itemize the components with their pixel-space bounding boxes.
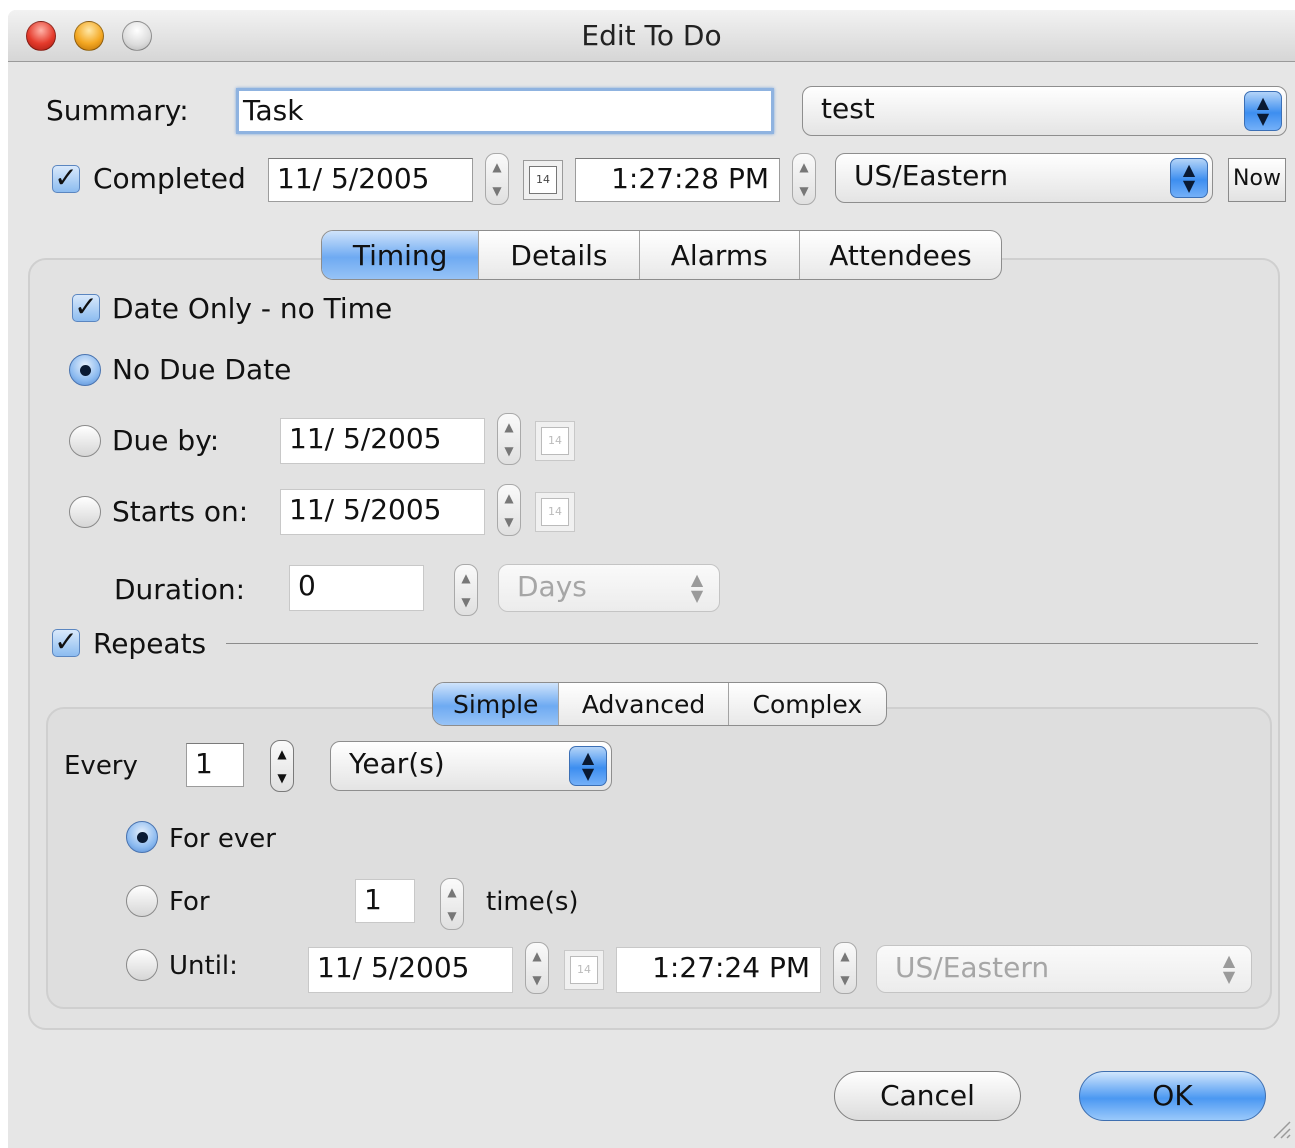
until-timezone-select[interactable]: US/Eastern ▲ ▼ — [876, 945, 1252, 993]
calendar-icon-text: 14 — [570, 956, 598, 984]
every-stepper[interactable]: ▲ ▼ — [270, 740, 294, 792]
completed-date-stepper[interactable]: ▲ ▼ — [485, 153, 509, 205]
tab-details[interactable]: Details — [479, 231, 640, 279]
tab-attendees[interactable]: Attendees — [800, 231, 1001, 279]
starts-on-radio[interactable] — [69, 496, 101, 528]
popup-arrows-icon: ▲ ▼ — [1170, 158, 1208, 198]
title-bar: Edit To Do — [8, 10, 1295, 62]
no-due-date-label: No Due Date — [112, 353, 292, 386]
zoom-window-icon[interactable] — [122, 21, 152, 51]
date-only-label: Date Only - no Time — [112, 292, 393, 325]
tab-timing[interactable]: Timing — [322, 231, 480, 279]
for-times-stepper[interactable]: ▲ ▼ — [440, 878, 464, 930]
cancel-button[interactable]: Cancel — [834, 1071, 1021, 1121]
timezone-select-value: US/Eastern — [854, 159, 1009, 192]
tab-alarms[interactable]: Alarms — [640, 231, 800, 279]
until-timezone-value: US/Eastern — [895, 951, 1050, 984]
calendar-select-value: test — [821, 92, 875, 125]
duration-unit-value: Days — [517, 570, 587, 603]
for-ever-label: For ever — [169, 824, 276, 854]
now-button[interactable]: Now — [1228, 158, 1286, 202]
due-by-radio[interactable] — [69, 425, 101, 457]
no-due-date-radio[interactable] — [69, 354, 101, 386]
due-by-label: Due by: — [112, 424, 220, 457]
due-by-date-stepper[interactable]: ▲ ▼ — [497, 413, 521, 465]
until-date-stepper[interactable]: ▲ ▼ — [525, 942, 549, 994]
close-window-icon[interactable] — [26, 21, 56, 51]
summary-label: Summary: — [46, 94, 189, 127]
every-unit-value: Year(s) — [349, 747, 445, 780]
repeats-checkbox[interactable]: ✓ — [52, 628, 80, 657]
every-unit-select[interactable]: Year(s) ▲ ▼ — [330, 741, 612, 791]
starts-on-date-field[interactable]: 11/ 5/2005 — [280, 489, 485, 535]
completed-time-stepper[interactable]: ▲ ▼ — [792, 153, 816, 205]
starts-on-label: Starts on: — [112, 495, 249, 528]
until-calendar-icon[interactable]: 14 — [564, 950, 604, 990]
starts-on-calendar-icon[interactable]: 14 — [535, 492, 575, 532]
popup-arrows-icon: ▲ ▼ — [690, 570, 704, 605]
date-only-checkbox[interactable]: ✓ — [72, 293, 100, 322]
calendar-select[interactable]: test ▲ ▼ — [802, 86, 1287, 136]
repeat-tabs: Simple Advanced Complex — [432, 682, 887, 726]
for-times-input[interactable]: 1 — [355, 879, 415, 923]
starts-on-date-stepper[interactable]: ▲ ▼ — [497, 484, 521, 536]
popup-arrows-icon: ▲ ▼ — [1244, 91, 1282, 131]
tab-simple[interactable]: Simple — [433, 683, 560, 725]
calendar-icon[interactable]: 14 — [523, 160, 563, 200]
popup-arrows-icon: ▲ ▼ — [1222, 951, 1236, 986]
due-by-calendar-icon[interactable]: 14 — [535, 421, 575, 461]
every-input[interactable]: 1 — [186, 743, 244, 787]
until-time-field[interactable]: 1:27:24 PM — [616, 947, 821, 993]
repeats-label: Repeats — [93, 627, 207, 660]
due-by-date-field[interactable]: 11/ 5/2005 — [280, 418, 485, 464]
completed-date-field[interactable]: 11/ 5/2005 — [268, 158, 473, 202]
duration-unit-select[interactable]: Days ▲ ▼ — [498, 564, 720, 612]
resize-grip-icon[interactable] — [1270, 1118, 1292, 1140]
times-label: time(s) — [486, 887, 579, 917]
minimize-window-icon[interactable] — [74, 21, 104, 51]
ok-button[interactable]: OK — [1079, 1071, 1266, 1121]
popup-arrows-icon: ▲ ▼ — [569, 746, 607, 786]
tab-advanced[interactable]: Advanced — [559, 683, 729, 725]
completed-time-field[interactable]: 1:27:28 PM — [575, 158, 780, 202]
edit-todo-window: Edit To Do Summary: Task test ▲ ▼ ✓ Compl… — [8, 10, 1295, 1148]
summary-input[interactable]: Task — [236, 88, 774, 134]
duration-stepper[interactable]: ▲ ▼ — [454, 564, 478, 616]
timezone-select[interactable]: US/Eastern ▲ ▼ — [835, 153, 1213, 203]
until-label: Until: — [169, 951, 238, 981]
for-ever-radio[interactable] — [126, 821, 158, 853]
until-time-stepper[interactable]: ▲ ▼ — [833, 942, 857, 994]
completed-label: Completed — [93, 162, 246, 195]
main-tabs: Timing Details Alarms Attendees — [321, 230, 1002, 280]
calendar-icon-text: 14 — [541, 427, 569, 455]
duration-label: Duration: — [114, 573, 246, 606]
window-title: Edit To Do — [581, 19, 722, 52]
for-radio[interactable] — [126, 885, 158, 917]
tab-complex[interactable]: Complex — [729, 683, 886, 725]
completed-checkbox[interactable]: ✓ — [52, 164, 80, 193]
calendar-icon-text: 14 — [541, 498, 569, 526]
until-date-field[interactable]: 11/ 5/2005 — [308, 947, 513, 993]
duration-input[interactable]: 0 — [289, 565, 424, 611]
every-label: Every — [64, 751, 138, 781]
until-radio[interactable] — [126, 949, 158, 981]
for-label: For — [169, 887, 210, 917]
calendar-icon-text: 14 — [529, 166, 557, 194]
repeats-divider — [226, 643, 1258, 644]
